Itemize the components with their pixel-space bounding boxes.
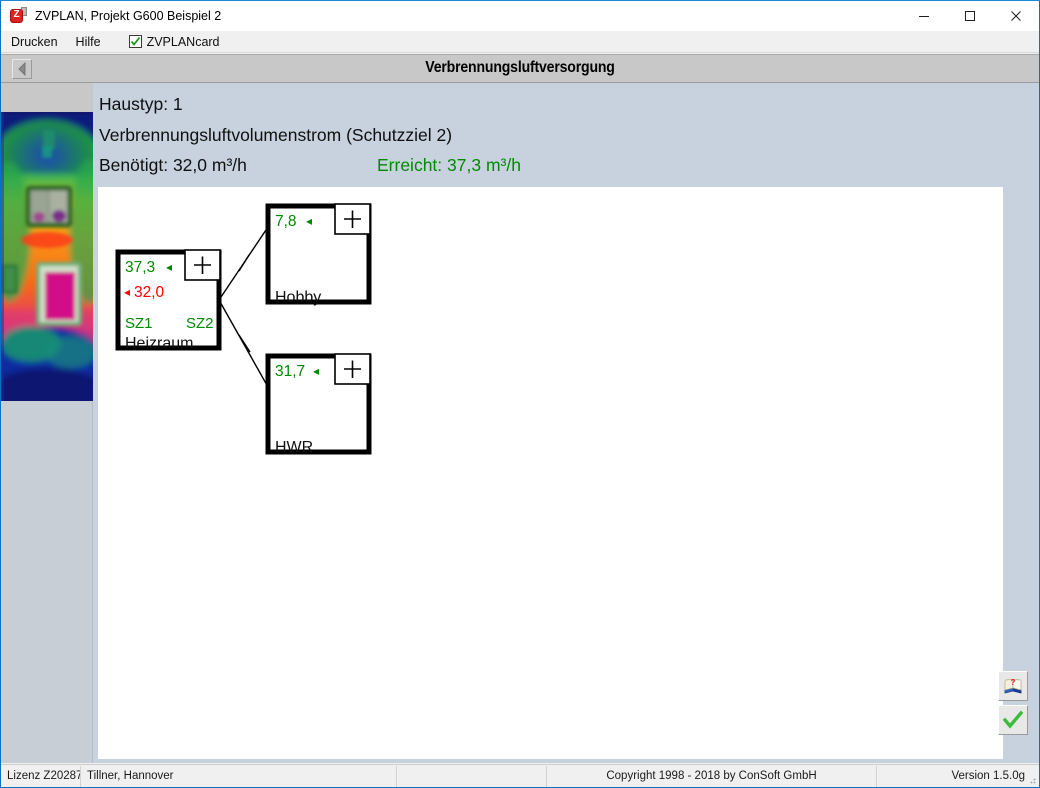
required-value-label: Benötigt: 32,0 m³/h [99,155,247,175]
heizraum-achieved-value: 37,3 [125,259,155,276]
thermal-house-image [1,112,93,401]
check-icon [130,36,140,46]
menu-item-hilfe[interactable]: Hilfe [68,32,109,52]
zvplan-app-icon [9,7,27,25]
hwr-room-name: HWR [275,439,313,456]
close-icon [1011,11,1021,21]
svg-text:?: ? [1011,678,1016,687]
diagram-canvas[interactable]: 37,3 ◂ ◂ 32,0 SZ1 SZ2 Heizraum 7,8 ◂ Hob… [98,187,1003,759]
diagram-node-hwr[interactable]: 31,7 ◂ HWR [265,353,372,456]
window-title: ZVPLAN, Projekt G600 Beispiel 2 [35,9,222,23]
back-button[interactable] [12,59,32,79]
achieved-value-label: Erreicht: 37,3 m³/h [377,155,521,175]
hobby-room-name: Hobby [275,289,321,306]
status-copyright: Copyright 1998 - 2018 by ConSoft GmbH [547,765,877,787]
heizraum-required-arrow-icon: ◂ [124,285,130,299]
sidebar-top-strip [1,83,93,112]
help-button[interactable]: ? [998,671,1028,701]
window-controls [901,1,1039,31]
connector-lines [218,226,269,388]
volumeflow-subtitle: Verbrennungsluftvolumenstrom (Schutzziel… [99,124,453,145]
heizraum-required-value: 32,0 [134,284,165,301]
diagram-node-heizraum[interactable]: 37,3 ◂ ◂ 32,0 SZ1 SZ2 Heizraum [115,249,222,352]
heizraum-room-name: Heizraum [125,335,193,352]
hwr-achieved-arrow-icon: ◂ [313,364,319,378]
close-button[interactable] [993,1,1039,31]
room-diagram: 37,3 ◂ ◂ 32,0 SZ1 SZ2 Heizraum 7,8 ◂ Hob… [115,203,372,456]
heizraum-achieved-arrow-icon: ◂ [166,260,172,274]
diagram-node-hobby[interactable]: 7,8 ◂ Hobby [265,203,372,306]
hobby-achieved-value: 7,8 [275,213,297,230]
menu-bar: Drucken Hilfe ZVPLANcard [1,31,1039,53]
page-title: Verbrennungsluftversorgung [425,59,615,76]
minimize-button[interactable] [901,1,947,31]
status-spacer [397,765,547,787]
status-owner: Tillner, Hannover [81,765,397,787]
application-window: ZVPLAN, Projekt G600 Beispiel 2 Druc [0,0,1040,788]
values-row: Benötigt: 32,0 m³/h Erreicht: 37,3 m³/h [99,150,999,181]
hobby-achieved-arrow-icon: ◂ [306,214,312,228]
info-summary: Haustyp: 1 Verbrennungsluftvolumenstrom … [99,89,999,181]
hwr-achieved-value: 31,7 [275,363,305,380]
zvplancard-label: ZVPLANcard [146,34,220,49]
heizraum-tag-sz1: SZ1 [125,315,153,332]
green-check-icon [1003,710,1023,729]
status-bar: Lizenz Z20287 Tillner, Hannover Copyrigh… [1,764,1039,787]
status-version: Version 1.5.0g [951,770,1025,782]
main-content: Haustyp: 1 Verbrennungsluftvolumenstrom … [93,83,1039,763]
icon-badge-shape [10,9,23,23]
title-bar: ZVPLAN, Projekt G600 Beispiel 2 [1,1,1039,31]
thermal-image-graphic [1,112,93,401]
status-license: Lizenz Z20287 [1,765,81,787]
section-header-bar: Verbrennungsluftversorgung [1,54,1039,83]
menu-item-drucken[interactable]: Drucken [3,32,66,52]
maximize-button[interactable] [947,1,993,31]
confirm-button[interactable] [998,705,1028,735]
left-sidebar [1,83,93,763]
haustyp-line: Haustyp: 1 [99,94,183,114]
zvplancard-toggle[interactable]: ZVPLANcard [123,35,226,49]
minimize-icon [919,16,929,17]
zvplancard-checkbox[interactable] [128,35,142,48]
help-book-icon: ? [1004,678,1022,694]
maximize-icon [965,11,975,21]
heizraum-tag-sz2: SZ2 [186,315,214,332]
back-arrow-icon [18,62,26,76]
resize-grip-icon[interactable] [1026,774,1036,784]
action-button-column: ? [998,671,1032,739]
